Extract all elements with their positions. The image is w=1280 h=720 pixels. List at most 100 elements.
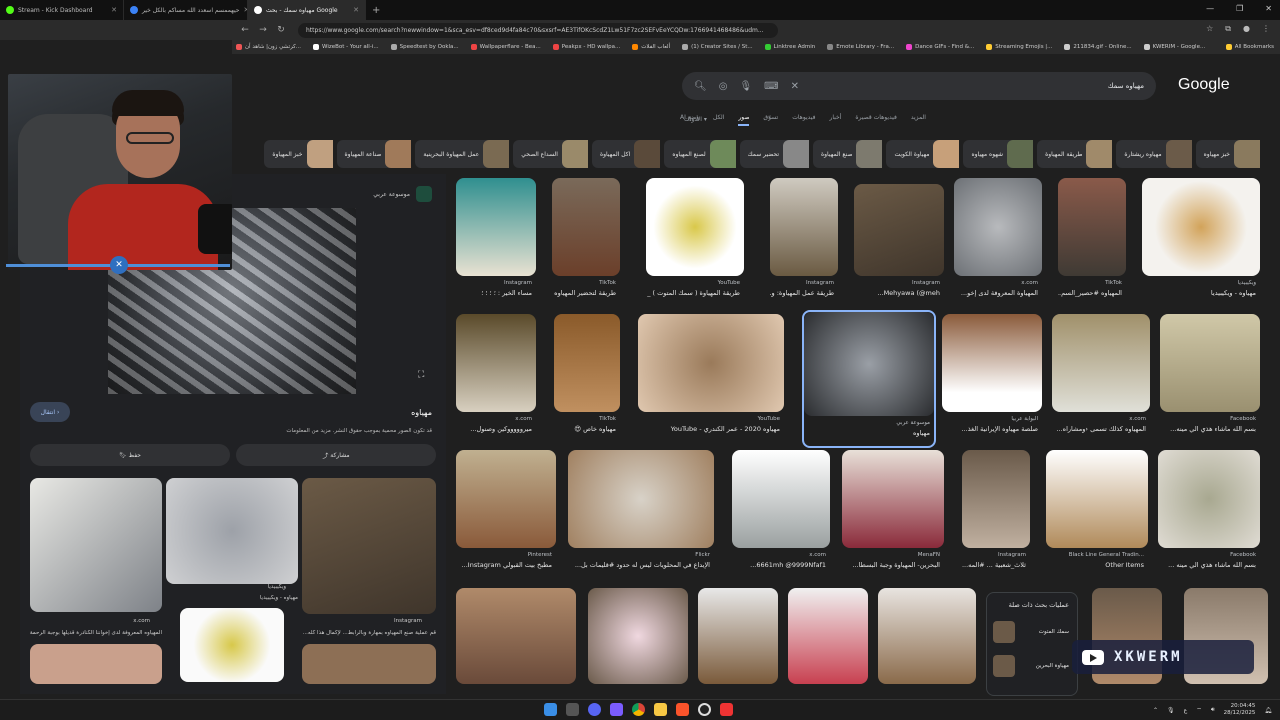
result-caption[interactable]: بسم الله ماشاء هذي الي مينه... xyxy=(1160,425,1256,433)
save-button[interactable]: 🔖︎ حفظ xyxy=(30,444,230,466)
suggestion-chip[interactable]: طريقة المهياوة xyxy=(1037,140,1113,168)
filter-tab[interactable]: فيديوهات xyxy=(792,114,815,126)
tab-stream-title[interactable]: حيهممسم اسعدد الله مساكم بالكل خير✕ xyxy=(124,0,248,20)
result-thumbnail[interactable] xyxy=(732,450,830,548)
lens-icon[interactable]: ◎ xyxy=(719,81,728,92)
result-caption[interactable]: مهياوه خاص 😍 xyxy=(554,425,616,433)
bookmark-item[interactable]: Peakpx - HD wallpa... xyxy=(552,44,620,50)
result-caption[interactable]: المهياوه كذلك تسمى ‹ومشاراه... xyxy=(1052,425,1146,433)
lens-search-icon[interactable]: ⛶ xyxy=(418,370,424,380)
app-icon[interactable] xyxy=(610,703,623,716)
result-caption[interactable]: 6661mh @9999Nfaf1... xyxy=(732,561,826,569)
image-result[interactable] xyxy=(788,588,868,684)
result-thumbnail[interactable] xyxy=(456,314,536,412)
bookmark-item[interactable]: (1) Creator Sites / St... xyxy=(682,44,753,50)
image-result[interactable]: TikTok مهياوه خاص 😍 xyxy=(554,314,620,442)
image-result[interactable]: x.com المهياوه كذلك تسمى ‹ومشاراه... xyxy=(1052,314,1150,442)
related-caption[interactable]: مهياوه - ويكيبيديا xyxy=(166,595,298,601)
bookmark-item[interactable]: Wallpaperflare - Bea... xyxy=(470,44,541,50)
image-result[interactable]: Facebook بسم الله ماشاء هذي الي مينه ... xyxy=(1158,450,1260,578)
bookmark-item[interactable]: WizeBot - Your all-i... xyxy=(313,44,379,50)
profile-icon[interactable]: ● xyxy=(1243,24,1250,34)
image-result[interactable]: x.com 6661mh @9999Nfaf1... xyxy=(732,450,830,578)
bookmark-item[interactable]: 211834.gif - Online... xyxy=(1064,44,1132,50)
image-result[interactable]: Instagram ثلاث_شعبية ... #المه... xyxy=(962,450,1030,578)
search-box[interactable]: 🔍︎ ◎ 🎙︎ ⌨ ✕ مهياوه سمك xyxy=(682,72,1156,100)
volume-icon[interactable]: 🔊︎ xyxy=(1211,706,1215,714)
image-result[interactable]: Pinterest مطبخ بيت القبولي Instagram... xyxy=(456,450,556,578)
language-indicator[interactable]: ع xyxy=(1184,707,1188,714)
close-icon[interactable]: ✕ xyxy=(111,6,117,14)
suggestion-chip[interactable]: لصنع المهياوه xyxy=(664,140,736,168)
result-thumbnail[interactable] xyxy=(1160,314,1260,412)
image-result[interactable]: x.com المهياوة المعروفة لدى إخو... xyxy=(954,178,1042,306)
result-caption[interactable]: البحرين- المهياوة وجبة البسطا... xyxy=(842,561,940,569)
suggestion-chip[interactable]: شهوه مهياوه xyxy=(963,140,1034,168)
image-result[interactable]: Facebook بسم الله ماشاء هذي الي مينه... xyxy=(1160,314,1260,442)
result-caption[interactable]: مهياوه xyxy=(804,429,930,437)
related-caption[interactable]: المهياوه المعروفة لدى إخواننا الكنادرة ق… xyxy=(30,630,162,636)
result-caption[interactable]: المهياوة المعروفة لدى إخو... xyxy=(954,289,1038,297)
mic-icon[interactable]: 🎙︎ xyxy=(739,81,752,92)
result-thumbnail[interactable] xyxy=(954,178,1042,276)
related-search-item[interactable]: سمك المتوت xyxy=(1039,629,1069,635)
result-caption[interactable]: Other Items xyxy=(1046,561,1144,569)
related-image[interactable] xyxy=(180,608,284,682)
image-result[interactable]: Instagram طريقة عمل المهياوة: و... xyxy=(770,178,838,306)
brave-icon[interactable] xyxy=(676,703,689,716)
app-icon[interactable] xyxy=(720,703,733,716)
extensions-icon[interactable]: ⧉ xyxy=(1225,24,1231,34)
related-image[interactable] xyxy=(302,644,436,684)
suggestion-chip[interactable]: صنع المهياوة xyxy=(813,140,883,168)
suggestion-chip[interactable]: السداع الصحي xyxy=(513,140,588,168)
image-result[interactable]: البوابة عربيا صلصة مهياوه الإيرانية الغذ.… xyxy=(942,314,1042,442)
result-caption[interactable]: مهياوه 2020 - عمر الكندري - YouTube xyxy=(638,425,780,433)
filter-tab[interactable]: تسوّق xyxy=(763,114,778,126)
image-result[interactable]: TikTok المهياوه #حصير_السم... xyxy=(1058,178,1126,306)
result-thumbnail[interactable] xyxy=(638,314,784,412)
clear-icon[interactable]: ✕ xyxy=(791,81,799,92)
mic-icon[interactable]: 🎙︎ xyxy=(1167,707,1175,714)
url-field[interactable]: https://www.google.com/search?newwindow=… xyxy=(298,22,778,38)
star-icon[interactable]: ☆ xyxy=(1206,24,1213,34)
result-thumbnail[interactable] xyxy=(552,178,620,276)
image-result[interactable]: x.com ميروووووكين وصنول... xyxy=(456,314,536,442)
image-result[interactable] xyxy=(878,588,976,684)
chrome-icon[interactable] xyxy=(632,703,645,716)
discord-icon[interactable] xyxy=(588,703,601,716)
image-result[interactable]: موسوعة عربي مهياوه xyxy=(802,310,936,448)
forward-icon[interactable]: → xyxy=(254,25,272,35)
close-window-icon[interactable]: ✕ xyxy=(1265,4,1272,13)
suggestion-chip[interactable]: مهياوة الكويت xyxy=(886,140,960,168)
tools-button[interactable]: الأدوات ▾ xyxy=(684,116,707,123)
image-result[interactable]: Black Line General Tradin... Other Items xyxy=(1046,450,1148,578)
result-thumbnail[interactable] xyxy=(1046,450,1148,548)
related-image[interactable] xyxy=(30,478,162,612)
network-icon[interactable]: ⌔ xyxy=(1196,706,1202,714)
suggestion-chip[interactable]: اكل المهياوة xyxy=(591,140,661,168)
google-logo[interactable]: Google xyxy=(1178,76,1230,94)
preview-source[interactable]: موسوعة عربي xyxy=(373,186,432,202)
image-result[interactable]: Instagram مساء الخير : ؛ ؛ ؛ ؛ xyxy=(456,178,536,306)
visit-button[interactable]: انتقال › xyxy=(30,402,70,422)
reload-icon[interactable]: ↻ xyxy=(272,25,290,35)
result-thumbnail[interactable] xyxy=(942,314,1042,412)
file-explorer-icon[interactable] xyxy=(654,703,667,716)
result-caption[interactable]: طريقة المهياوة ( سمك المتوت ) _ ... xyxy=(646,289,740,297)
result-caption[interactable]: صلصة مهياوه الإيرانية الغذ... xyxy=(942,425,1038,433)
obs-icon[interactable] xyxy=(698,703,711,716)
menu-icon[interactable]: ⋮ xyxy=(1262,24,1270,34)
suggestion-chip[interactable]: صناعة المهياوة xyxy=(336,140,412,168)
suggestion-chip[interactable]: تحضير سمك xyxy=(739,140,810,168)
result-thumbnail[interactable] xyxy=(568,450,714,548)
bookmark-item[interactable]: KWERIM - Google... xyxy=(1143,44,1205,50)
result-caption[interactable]: المهياوه #حصير_السم... xyxy=(1058,289,1122,297)
image-result[interactable]: YouTube مهياوه 2020 - عمر الكندري - YouTu… xyxy=(638,314,784,442)
result-thumbnail[interactable] xyxy=(842,450,944,548)
result-caption[interactable]: ثلاث_شعبية ... #المه... xyxy=(962,561,1026,569)
result-caption[interactable]: Mehyawa (@meh... xyxy=(854,289,940,297)
image-result[interactable]: Flickr الإبداع في المحلويات ليس له حدود #… xyxy=(568,450,714,578)
result-caption[interactable]: بسم الله ماشاء هذي الي مينه ... xyxy=(1158,561,1256,569)
suggestion-chip[interactable]: خبز المهياوة xyxy=(264,140,333,168)
image-result[interactable] xyxy=(698,588,778,684)
